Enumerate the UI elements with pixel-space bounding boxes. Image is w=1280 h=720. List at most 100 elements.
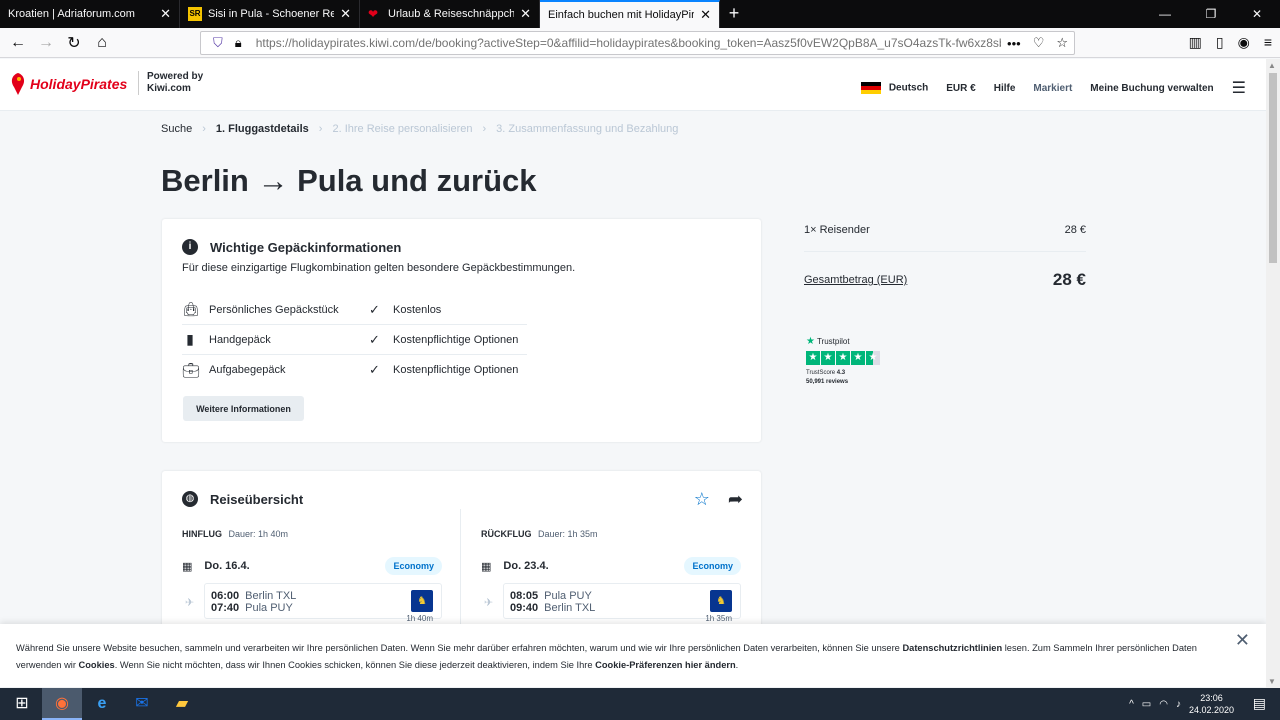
- cabin-badge: Economy: [385, 557, 442, 575]
- breadcrumb-separator: ›: [482, 123, 487, 135]
- manage-booking-link[interactable]: Meine Buchung verwalten: [1090, 83, 1213, 94]
- trustpilot-name: Trustpilot: [816, 337, 850, 346]
- battery-icon[interactable]: ▭: [1142, 699, 1151, 710]
- travelers-row: 1× Reisender 28 €: [804, 218, 1086, 252]
- windows-start-icon[interactable]: ⊞: [2, 688, 42, 720]
- star-icon: ★: [836, 351, 850, 365]
- total-price: 28 €: [1052, 270, 1086, 289]
- tab-label: Kroatien | Adriaforum.com: [8, 8, 135, 20]
- lock-icon[interactable]: 🔒︎: [235, 35, 242, 51]
- shield-icon[interactable]: ⛉: [213, 35, 223, 51]
- tab-label: Sisi in Pula - Schoener Reisen ...: [208, 8, 334, 20]
- file-explorer-icon[interactable]: ▰: [162, 688, 202, 720]
- system-tray: ^ ▭ ◠ ♪ 23:06 24.02.2020: [1129, 692, 1234, 716]
- tray-chevron-icon[interactable]: ^: [1129, 699, 1134, 710]
- account-icon[interactable]: ◉: [1238, 34, 1250, 51]
- departure-airport: Pula PUY: [544, 590, 592, 602]
- trustpilot-widget[interactable]: ★ Trustpilot ★ ★ ★ ★ ★ TrustScore 4.3 50…: [806, 336, 880, 387]
- holidaypirates-logo[interactable]: HolidayPirates: [10, 73, 127, 95]
- parrot-favicon-icon: ❤: [368, 7, 379, 21]
- edge-icon[interactable]: e: [82, 688, 122, 720]
- home-icon[interactable]: ⌂: [88, 34, 116, 52]
- browser-tab-sisi-pula[interactable]: SR Sisi in Pula - Schoener Reisen ... ✕: [180, 0, 360, 28]
- browser-tab-adriaforum[interactable]: Kroatien | Adriaforum.com ✕: [0, 0, 180, 28]
- firefox-icon[interactable]: ◉: [42, 688, 82, 720]
- breadcrumb-search[interactable]: Suche: [161, 123, 192, 135]
- baggage-status: Kostenpflichtige Optionen: [393, 364, 519, 376]
- tab-close-icon[interactable]: ✕: [160, 6, 171, 22]
- forward-icon[interactable]: →: [32, 34, 60, 52]
- close-window-icon[interactable]: ✕: [1234, 0, 1280, 28]
- reload-icon[interactable]: ↻: [60, 33, 88, 53]
- scroll-up-icon[interactable]: ▲: [1268, 61, 1276, 70]
- segment-duration: 1h 40m: [406, 614, 433, 623]
- flight-segment[interactable]: ✈ 06:00 Berlin TXL 07:40 Pula PUY ♞ 1h 40m: [185, 583, 442, 623]
- arrival-airport: Berlin TXL: [544, 602, 596, 614]
- menu-icon[interactable]: ☰: [1232, 78, 1246, 98]
- bookmark-star-icon[interactable]: ☆: [1056, 35, 1068, 51]
- marked-link[interactable]: Markiert: [1033, 83, 1072, 94]
- language-selector[interactable]: Deutsch: [860, 82, 929, 94]
- trip-title-row: ◍ Reiseübersicht: [182, 491, 303, 507]
- library-icon[interactable]: ▥: [1189, 34, 1202, 51]
- restore-icon[interactable]: ❐: [1188, 0, 1234, 28]
- favorite-star-icon[interactable]: ☆: [694, 489, 710, 510]
- total-row: Gesamtbetrag (EUR) 28 €: [804, 270, 1086, 290]
- cookie-text: Während Sie unsere Website besuchen, sam…: [16, 643, 903, 653]
- share-icon[interactable]: ➦: [728, 489, 743, 510]
- page-actions-icon[interactable]: •••: [1007, 36, 1021, 51]
- baggage-name: Persönliches Gepäckstück: [209, 303, 339, 316]
- scrollbar-thumb[interactable]: [1269, 73, 1277, 263]
- cookie-preferences-link[interactable]: Cookie-Präferenzen hier ändern: [595, 660, 736, 670]
- total-label[interactable]: Gesamtbetrag (EUR): [804, 274, 907, 286]
- url-bar[interactable]: ⛉ 🔒︎ https://holidaypirates.kiwi.com/de/…: [200, 31, 1075, 55]
- url-text[interactable]: https://holidaypirates.kiwi.com/de/booki…: [256, 36, 1001, 50]
- tab-close-icon[interactable]: ✕: [520, 6, 531, 22]
- language-label: Deutsch: [888, 82, 929, 94]
- tab-close-icon[interactable]: ✕: [340, 6, 351, 22]
- baggage-list: 👜︎ Persönliches Gepäckstück ✓ Kostenlos …: [182, 295, 527, 385]
- clock[interactable]: 23:06 24.02.2020: [1189, 692, 1234, 716]
- cabin-badge: Economy: [684, 557, 741, 575]
- outlook-icon[interactable]: ✉: [122, 688, 162, 720]
- cookies-link[interactable]: Cookies: [79, 660, 115, 670]
- info-icon: i: [182, 239, 198, 255]
- currency-selector[interactable]: EUR €: [946, 83, 975, 94]
- baggage-status: Kostenpflichtige Optionen: [393, 333, 519, 346]
- close-icon[interactable]: ✕: [1235, 631, 1250, 649]
- volume-icon[interactable]: ♪: [1176, 699, 1181, 710]
- more-info-button[interactable]: Weitere Informationen: [183, 396, 304, 421]
- tab-close-icon[interactable]: ✕: [700, 7, 711, 23]
- leg-label: RÜCKFLUG: [481, 529, 532, 539]
- sidebar-icon[interactable]: ▯: [1216, 34, 1224, 51]
- breadcrumb-step-1: 1. Fluggastdetails: [215, 123, 309, 135]
- outbound-leg: HINFLUG Dauer: 1h 40m ▦ Do. 16.4. Econom…: [182, 529, 442, 623]
- star-icon: ★: [821, 351, 835, 365]
- browser-tab-urlaub[interactable]: ❤ Urlaub & Reiseschnäppchen g... ✕: [360, 0, 540, 28]
- privacy-policy-link[interactable]: Datenschutzrichtlinien: [902, 643, 1002, 653]
- hamburger-menu-icon[interactable]: ≡: [1264, 34, 1272, 51]
- departure: 06:00 Berlin TXL: [211, 590, 296, 602]
- wifi-icon[interactable]: ◠: [1159, 699, 1168, 710]
- minimize-icon[interactable]: —: [1142, 0, 1188, 28]
- flight-segment[interactable]: ✈ 08:05 Pula PUY 09:40 Berlin TXL ♞ 1h 35m: [484, 583, 741, 623]
- notification-icon[interactable]: ▤: [1253, 695, 1266, 712]
- cabin-bag-icon: ▮: [186, 331, 194, 347]
- scroll-down-icon[interactable]: ▼: [1268, 677, 1276, 686]
- leg-header: HINFLUG Dauer: 1h 40m: [182, 529, 442, 539]
- baggage-status: Kostenlos: [393, 303, 442, 316]
- breadcrumb: Suche › 1. Fluggastdetails › 2. Ihre Rei…: [161, 123, 678, 135]
- browser-toolbar-right: ▥ ▯ ◉ ≡: [1189, 34, 1272, 51]
- help-link[interactable]: Hilfe: [994, 83, 1016, 94]
- leg-date: Do. 23.4.: [503, 560, 549, 572]
- breadcrumb-separator: ›: [318, 123, 323, 135]
- browser-tab-holidaypirates[interactable]: Einfach buchen mit HolidayPirates ✕: [540, 0, 720, 28]
- departure: 08:05 Pula PUY: [510, 590, 592, 602]
- sr-favicon-icon: SR: [188, 7, 202, 21]
- back-icon[interactable]: ←: [4, 34, 32, 52]
- powered-by-label: Powered by: [147, 71, 204, 82]
- new-tab-icon[interactable]: +: [720, 0, 748, 28]
- page-scrollbar[interactable]: ▲ ▼: [1266, 59, 1280, 688]
- cookie-banner: Während Sie unsere Website besuchen, sam…: [0, 624, 1266, 687]
- pocket-icon[interactable]: ♡: [1033, 35, 1045, 51]
